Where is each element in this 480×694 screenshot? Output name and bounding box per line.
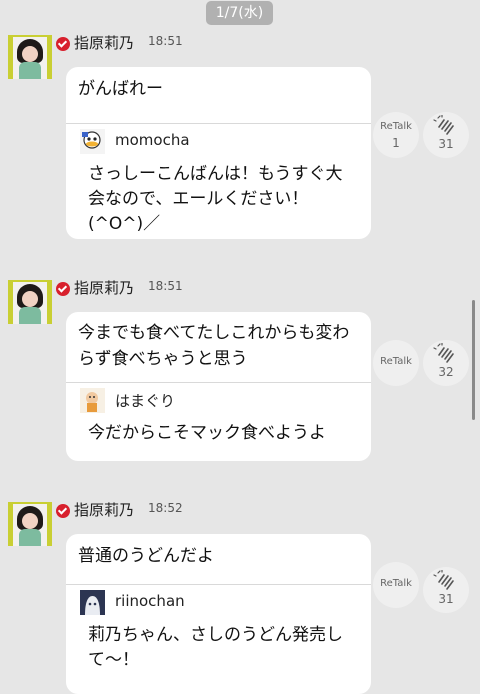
retalk-label: ReTalk bbox=[380, 578, 412, 589]
clap-hands-icon bbox=[433, 570, 454, 590]
clap-count: 32 bbox=[438, 365, 454, 379]
quoted-user-name: はまぐり bbox=[115, 392, 176, 410]
verified-badge-icon bbox=[56, 37, 70, 51]
clap-button[interactable]: 31 bbox=[423, 567, 469, 613]
quoted-text: 今だからこそマック食べようよ bbox=[88, 423, 326, 443]
verified-badge-icon bbox=[56, 282, 70, 296]
message-bubble: 普通のうどんだよ riinochan 莉乃ちゃん、さしのうどん発売して〜！ bbox=[66, 534, 371, 694]
author-name: 指原莉乃 bbox=[74, 279, 135, 297]
retalk-button[interactable]: ReTalk 1 bbox=[373, 112, 419, 158]
message-text: がんばれー bbox=[78, 79, 163, 99]
quoted-text: さっしーこんばんは！もうすぐ大会なので、エールください！(^O^)／ bbox=[88, 164, 343, 234]
quoted-user-name: riinochan bbox=[115, 592, 185, 610]
quoted-text: 莉乃ちゃん、さしのうどん発売して〜！ bbox=[88, 625, 343, 670]
date-header: 1/7(水) bbox=[206, 1, 273, 25]
quoted-user-avatar bbox=[80, 590, 105, 615]
quoted-post[interactable]: momocha さっしーこんばんは！もうすぐ大会なので、エールください！(^O^… bbox=[66, 123, 371, 237]
clap-button[interactable]: 32 bbox=[423, 340, 469, 386]
retalk-count: 1 bbox=[392, 136, 400, 150]
quoted-user-avatar bbox=[80, 129, 105, 154]
message-bubble: がんばれー momocha さっしーこんばんは！もうすぐ大会なので、エールくださ… bbox=[66, 67, 371, 239]
author-name: 指原莉乃 bbox=[74, 501, 135, 519]
avatar[interactable] bbox=[8, 280, 52, 324]
clap-count: 31 bbox=[438, 592, 454, 606]
clap-count: 31 bbox=[438, 137, 454, 151]
avatar[interactable] bbox=[8, 35, 52, 79]
author-name: 指原莉乃 bbox=[74, 34, 135, 52]
message-text: 今までも食べてたしこれからも変わらず食べちゃうと思う bbox=[78, 323, 350, 369]
retalk-label: ReTalk bbox=[380, 121, 412, 132]
message-bubble: 今までも食べてたしこれからも変わらず食べちゃうと思う はまぐり 今だからこそマッ… bbox=[66, 312, 371, 461]
timestamp: 18:52 bbox=[148, 501, 183, 515]
verified-badge-icon bbox=[56, 504, 70, 518]
quoted-user-avatar bbox=[80, 388, 105, 413]
retalk-button[interactable]: ReTalk bbox=[373, 340, 419, 386]
message-text: 普通のうどんだよ bbox=[78, 546, 214, 566]
timestamp: 18:51 bbox=[148, 34, 183, 48]
quoted-user-name: momocha bbox=[115, 131, 190, 149]
scrollbar[interactable] bbox=[472, 300, 475, 420]
retalk-label: ReTalk bbox=[380, 356, 412, 367]
quoted-post[interactable]: はまぐり 今だからこそマック食べようよ bbox=[66, 382, 371, 446]
quoted-post[interactable]: riinochan 莉乃ちゃん、さしのうどん発売して〜！ bbox=[66, 584, 371, 673]
timestamp: 18:51 bbox=[148, 279, 183, 293]
clap-hands-icon bbox=[433, 343, 454, 363]
avatar[interactable] bbox=[8, 502, 52, 546]
retalk-button[interactable]: ReTalk bbox=[373, 562, 419, 608]
clap-hands-icon bbox=[433, 115, 454, 135]
clap-button[interactable]: 31 bbox=[423, 112, 469, 158]
